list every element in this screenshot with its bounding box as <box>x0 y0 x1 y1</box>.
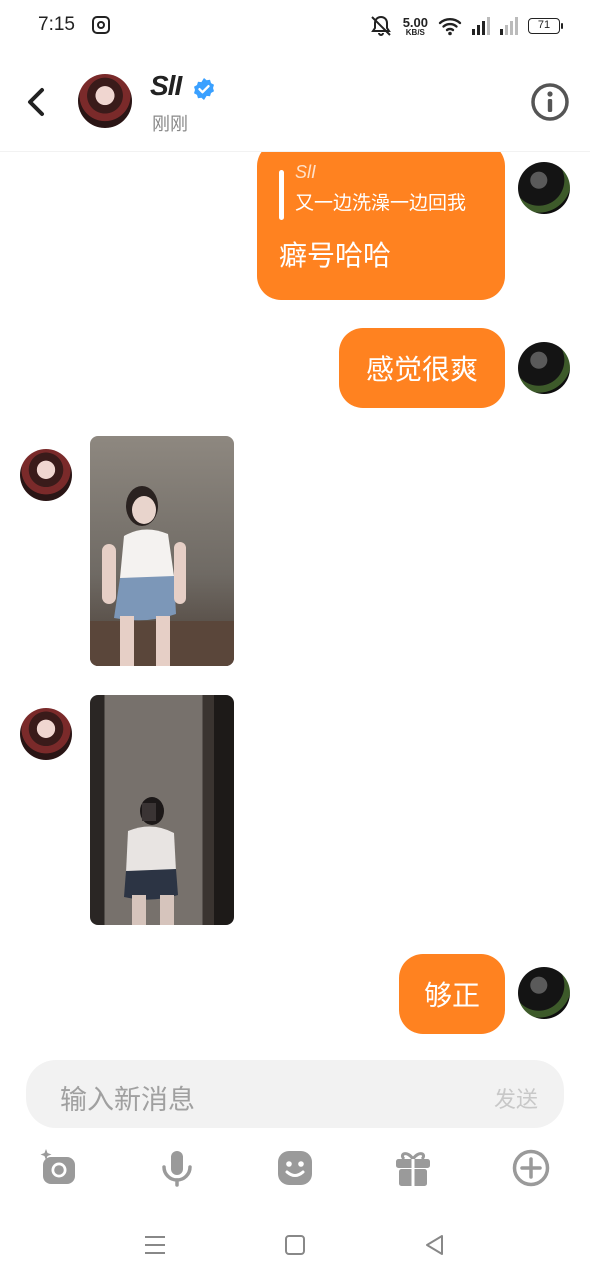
photo-figure <box>124 797 178 925</box>
message-image[interactable] <box>90 695 234 925</box>
info-icon[interactable] <box>530 82 570 122</box>
status-time: 7:15 <box>38 14 75 35</box>
back-arrow-icon[interactable] <box>22 86 50 118</box>
quote-text: 又一边洗澡一边回我 <box>295 192 467 214</box>
microphone-icon[interactable] <box>157 1148 197 1188</box>
last-seen-status: 刚刚 <box>152 114 188 135</box>
battery-icon: 71 <box>528 18 563 34</box>
message-text: 够正 <box>423 979 480 1012</box>
net-speed: 5.00 KB/S <box>403 16 428 37</box>
back-nav-icon[interactable] <box>422 1232 448 1258</box>
plus-icon[interactable] <box>511 1148 551 1188</box>
my-avatar[interactable] <box>518 162 570 214</box>
wifi-icon <box>438 18 462 36</box>
quote-bar <box>279 170 284 220</box>
contact-avatar[interactable] <box>78 74 132 128</box>
contact-avatar[interactable] <box>20 708 72 760</box>
verified-badge-icon <box>194 78 214 100</box>
signal-icon-2 <box>500 17 518 35</box>
message-composer[interactable]: 输入新消息 发送 <box>26 1060 564 1128</box>
message-text: 感觉很爽 <box>365 353 478 386</box>
contact-name[interactable]: SlI <box>150 70 182 102</box>
message-bubble[interactable]: 够正 <box>399 954 505 1034</box>
chat-header: SlI 刚刚 <box>0 52 590 152</box>
message-input[interactable]: 输入新消息 <box>60 1078 195 1117</box>
send-button[interactable]: 发送 <box>494 1082 538 1114</box>
message-text: 癖号哈哈 <box>279 239 392 272</box>
signal-icon-1 <box>472 17 490 35</box>
net-speed-value: 5.00 <box>402 14 428 30</box>
message-list[interactable]: SlI 又一边洗澡一边回我 癖号哈哈 感觉很爽 够正 <box>0 152 590 1052</box>
status-bar: 7:15 5.00 KB/S 71 <box>0 0 590 52</box>
contact-avatar[interactable] <box>20 449 72 501</box>
message-image[interactable] <box>90 436 234 666</box>
instagram-icon <box>92 16 110 34</box>
status-icons: 5.00 KB/S 71 <box>369 12 563 40</box>
photo-figure <box>90 486 234 666</box>
camera-icon[interactable] <box>40 1148 80 1188</box>
quote-sender: SlI <box>295 162 317 182</box>
message-bubble[interactable]: 感觉很爽 <box>339 328 505 408</box>
emoji-icon[interactable] <box>275 1148 315 1188</box>
my-avatar[interactable] <box>518 967 570 1019</box>
net-speed-unit: KB/S <box>405 27 425 37</box>
menu-icon[interactable] <box>142 1232 168 1258</box>
bell-muted-icon <box>370 15 391 36</box>
system-nav-bar <box>0 1210 590 1280</box>
input-toolbar <box>0 1140 590 1200</box>
home-icon[interactable] <box>282 1232 308 1258</box>
gift-icon[interactable] <box>393 1148 433 1188</box>
message-bubble-quote-reply[interactable]: SlI 又一边洗澡一边回我 癖号哈哈 <box>257 152 505 300</box>
my-avatar[interactable] <box>518 342 570 394</box>
